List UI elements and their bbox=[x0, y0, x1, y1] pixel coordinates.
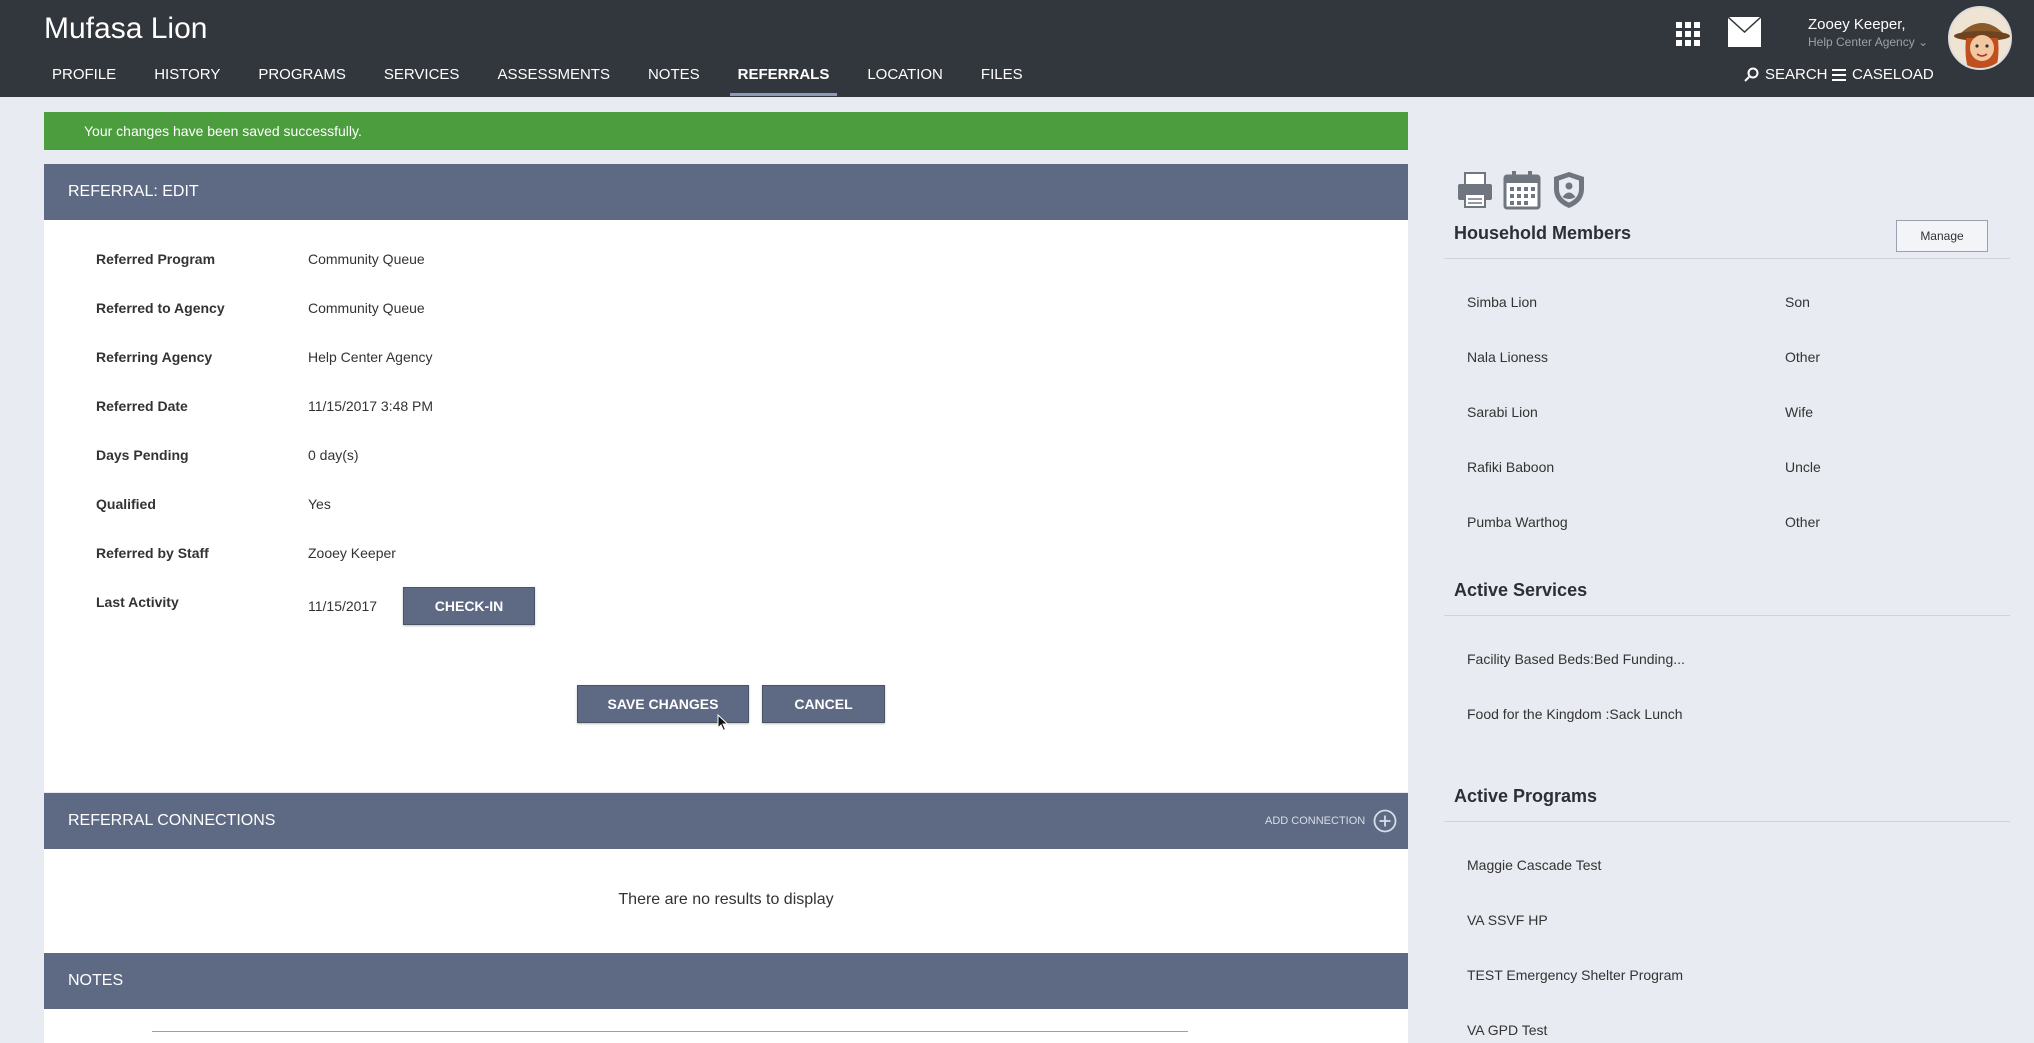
add-connection-label: ADD CONNECTION bbox=[1265, 815, 1366, 827]
field-label-referred-date: Referred Date bbox=[96, 398, 188, 414]
success-alert: Your changes have been saved successfull… bbox=[44, 112, 1408, 150]
referral-connections-header: REFERRAL CONNECTIONS bbox=[44, 793, 1408, 849]
user-agency-label: Help Center Agency bbox=[1808, 35, 1915, 49]
search-icon bbox=[1744, 67, 1759, 82]
tab-referrals[interactable]: REFERRALS bbox=[729, 66, 838, 96]
user-name[interactable]: Zooey Keeper, bbox=[1808, 16, 1906, 33]
caseload-label: CASELOAD bbox=[1852, 66, 1934, 83]
household-member-name[interactable]: Simba Lion bbox=[1467, 294, 1537, 310]
field-value-referring-agency: Help Center Agency bbox=[308, 349, 433, 365]
active-program-item[interactable]: Maggie Cascade Test bbox=[1467, 857, 1601, 873]
calendar-icon[interactable] bbox=[1503, 170, 1541, 210]
print-icon[interactable] bbox=[1456, 170, 1494, 210]
no-results-text: There are no results to display bbox=[618, 891, 834, 908]
notes-header: NOTES bbox=[44, 953, 1408, 1009]
household-member-relation: Wife bbox=[1785, 404, 1813, 420]
field-label-referred-by-staff: Referred by Staff bbox=[96, 545, 209, 561]
chevron-down-icon: ⌄ bbox=[1918, 35, 1929, 49]
field-value-last-activity: 11/15/2017 bbox=[308, 598, 378, 614]
add-circle-icon bbox=[1373, 809, 1397, 833]
client-name: Mufasa Lion bbox=[44, 12, 208, 45]
household-member-name[interactable]: Nala Lioness bbox=[1467, 349, 1548, 365]
field-label-referring-agency: Referring Agency bbox=[96, 349, 213, 365]
mouse-cursor-icon bbox=[717, 714, 729, 732]
referral-edit-header: REFERRAL: EDIT bbox=[44, 164, 1408, 220]
household-member-name[interactable]: Pumba Warthog bbox=[1467, 514, 1568, 530]
field-label-days-pending: Days Pending bbox=[96, 447, 189, 463]
shield-icon[interactable] bbox=[1550, 170, 1588, 210]
household-member-relation: Other bbox=[1785, 514, 1821, 530]
notes-body bbox=[44, 1009, 1408, 1043]
household-member-relation: Son bbox=[1785, 294, 1810, 310]
tab-services[interactable]: SERVICES bbox=[376, 66, 468, 96]
check-in-button[interactable]: CHECK-IN bbox=[403, 587, 535, 625]
services-divider bbox=[1444, 615, 2010, 616]
field-value-referred-date: 11/15/2017 3:48 PM bbox=[308, 398, 434, 414]
tab-profile[interactable]: PROFILE bbox=[44, 66, 124, 96]
active-service-item[interactable]: Facility Based Beds:Bed Funding... bbox=[1467, 651, 1685, 667]
tab-files[interactable]: FILES bbox=[973, 66, 1031, 96]
apps-grid-icon[interactable] bbox=[1676, 22, 1700, 46]
notes-divider bbox=[152, 1031, 1188, 1032]
field-label-qualified: Qualified bbox=[96, 496, 156, 512]
menu-icon bbox=[1832, 68, 1846, 81]
top-header: Mufasa Lion PROFILE HISTORY PROGRAMS SER… bbox=[0, 0, 2034, 97]
mail-icon[interactable] bbox=[1728, 17, 1761, 47]
field-value-referred-program: Community Queue bbox=[308, 251, 425, 267]
search-label: SEARCH bbox=[1765, 66, 1828, 83]
household-members-title: Household Members bbox=[1454, 223, 1632, 243]
active-service-item[interactable]: Food for the Kingdom :Sack Lunch bbox=[1467, 706, 1683, 722]
field-label-referred-program: Referred Program bbox=[96, 251, 216, 267]
caseload-link[interactable]: CASELOAD bbox=[1832, 66, 1934, 83]
field-value-referred-agency: Community Queue bbox=[308, 300, 425, 316]
avatar-illustration bbox=[1950, 8, 2010, 68]
active-program-item[interactable]: VA SSVF HP bbox=[1467, 912, 1548, 928]
household-member-relation: Uncle bbox=[1785, 459, 1821, 475]
cancel-button[interactable]: CANCEL bbox=[762, 685, 885, 723]
tab-notes[interactable]: NOTES bbox=[640, 66, 708, 96]
active-program-item[interactable]: TEST Emergency Shelter Program bbox=[1467, 967, 1683, 983]
field-value-qualified: Yes bbox=[308, 496, 331, 512]
field-label-referred-agency: Referred to Agency bbox=[96, 300, 225, 316]
tab-programs[interactable]: PROGRAMS bbox=[250, 66, 354, 96]
avatar[interactable] bbox=[1948, 6, 2012, 70]
active-services-title: Active Services bbox=[1454, 580, 1588, 600]
programs-divider bbox=[1444, 821, 2010, 822]
tab-history[interactable]: HISTORY bbox=[146, 66, 228, 96]
household-member-name[interactable]: Rafiki Baboon bbox=[1467, 459, 1554, 475]
field-label-last-activity: Last Activity bbox=[96, 594, 179, 610]
main-nav: PROFILE HISTORY PROGRAMS SERVICES ASSESS… bbox=[44, 66, 1053, 96]
household-member-name[interactable]: Sarabi Lion bbox=[1467, 404, 1538, 420]
tab-assessments[interactable]: ASSESSMENTS bbox=[489, 66, 618, 96]
field-value-referred-by-staff: Zooey Keeper bbox=[308, 545, 396, 561]
active-program-item[interactable]: VA GPD Test bbox=[1467, 1022, 1547, 1038]
manage-household-button[interactable]: Manage bbox=[1896, 220, 1988, 252]
tab-location[interactable]: LOCATION bbox=[859, 66, 951, 96]
active-programs-title: Active Programs bbox=[1454, 786, 1598, 806]
field-value-days-pending: 0 day(s) bbox=[308, 447, 359, 463]
user-agency[interactable]: Help Center Agency ⌄ bbox=[1808, 35, 1928, 49]
add-connection-button[interactable]: ADD CONNECTION bbox=[1265, 809, 1397, 833]
household-member-relation: Other bbox=[1785, 349, 1821, 365]
household-divider bbox=[1444, 258, 2010, 259]
search-link[interactable]: SEARCH bbox=[1744, 66, 1828, 83]
